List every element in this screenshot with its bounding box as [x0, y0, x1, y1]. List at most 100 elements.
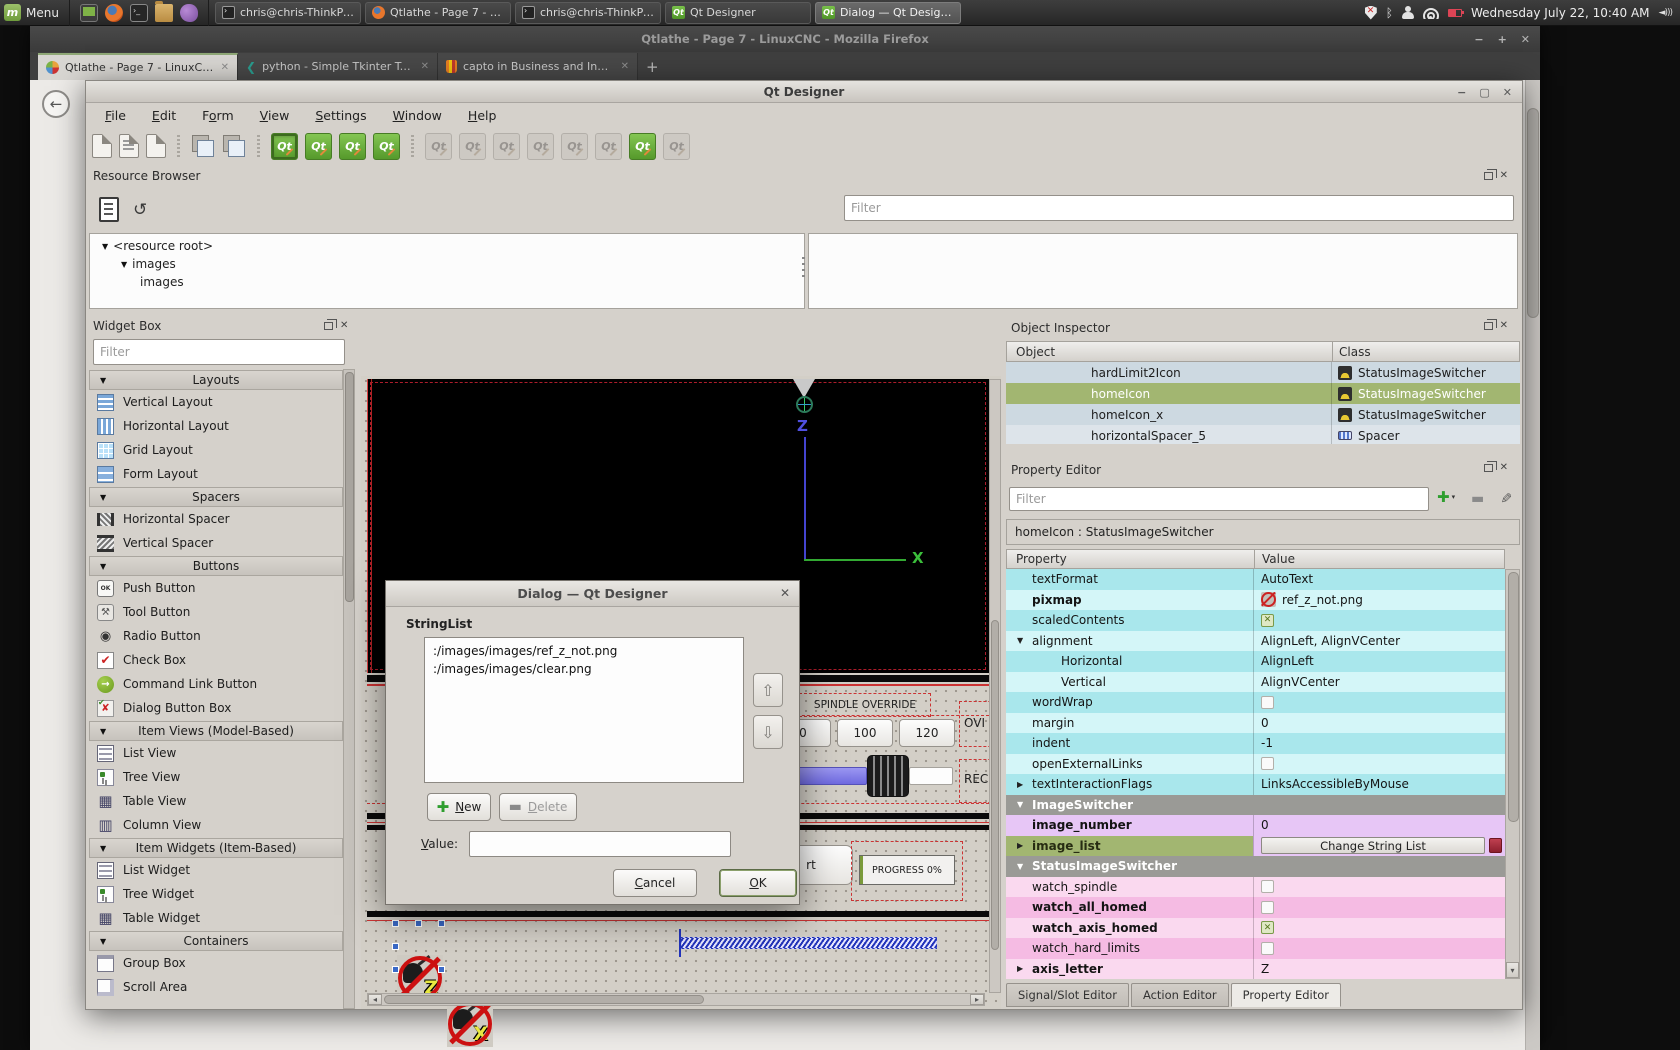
new-tab-button[interactable]: +: [646, 58, 659, 76]
resource-filter-input[interactable]: [844, 195, 1514, 221]
menu-edit[interactable]: Edit: [141, 105, 187, 126]
add-dynamic-property-button[interactable]: ✚▾: [1437, 490, 1455, 504]
open-form-icon[interactable]: [119, 134, 139, 158]
close-tab-icon[interactable]: ✕: [221, 62, 229, 73]
close-dock-icon[interactable]: ✕: [1500, 463, 1508, 473]
move-down-button[interactable]: ⇩: [753, 715, 783, 749]
property-row-textformat[interactable]: textFormatAutoText: [1006, 569, 1505, 590]
scroll-left-icon[interactable]: ◂: [368, 994, 382, 1005]
pidgin-launcher-icon[interactable]: [180, 4, 198, 22]
override-button-100[interactable]: 100: [837, 719, 893, 747]
remove-dynamic-property-button[interactable]: ▬: [1471, 488, 1484, 507]
property-row-watch_spindle[interactable]: watch_spindle: [1006, 877, 1505, 898]
volume-icon[interactable]: ◄))): [1659, 8, 1672, 18]
close-dock-icon[interactable]: ✕: [340, 321, 348, 331]
selection-handle[interactable]: [415, 920, 422, 927]
tab-action-editor[interactable]: Action Editor: [1131, 983, 1229, 1007]
property-value[interactable]: [1253, 897, 1505, 918]
stringlist-item[interactable]: :/images/images/ref_z_not.png: [425, 642, 743, 660]
qt-designer-titlebar[interactable]: Qt Designer − ▢ ✕: [86, 81, 1522, 103]
widget-item-column-view[interactable]: ▥Column View: [89, 813, 343, 837]
object-inspector-row[interactable]: hardLimit2IconStatusImageSwitcher: [1006, 362, 1520, 383]
clock[interactable]: Wednesday July 22, 10:40 AM: [1471, 6, 1650, 20]
float-dock-icon[interactable]: [1484, 172, 1493, 180]
property-editor-scrollbar[interactable]: ▾: [1505, 569, 1520, 979]
selection-handle[interactable]: [438, 966, 445, 973]
back-button[interactable]: ←: [42, 90, 70, 118]
menu-view[interactable]: View: [249, 105, 301, 126]
widget-item-grid-layout[interactable]: Grid Layout: [89, 438, 343, 462]
checkbox-unchecked[interactable]: [1261, 942, 1274, 955]
browser-tab[interactable]: ❮python - Simple Tkinter Togg✕: [238, 53, 438, 80]
expand-arrow-icon[interactable]: ▶: [1017, 841, 1023, 850]
property-value[interactable]: ✕: [1253, 918, 1505, 939]
scrollbar-thumb[interactable]: [991, 620, 999, 950]
property-row-watch_hard_limits[interactable]: watch_hard_limits: [1006, 938, 1505, 959]
firefox-launcher-icon[interactable]: [105, 4, 123, 22]
property-row-margin[interactable]: margin0: [1006, 713, 1505, 734]
resource-preview-panel[interactable]: [808, 233, 1518, 309]
firefox-titlebar[interactable]: Qtlathe - Page 7 - LinuxCNC - Mozilla Fi…: [30, 26, 1540, 52]
expand-arrow-icon[interactable]: ▼: [102, 242, 108, 251]
object-inspector-header[interactable]: Object Class: [1006, 341, 1520, 362]
menu-settings[interactable]: Settings: [304, 105, 377, 126]
cancel-button[interactable]: Cancel: [613, 869, 697, 897]
break-layout-icon[interactable]: Qt: [629, 133, 656, 160]
checkbox-checked[interactable]: ✕: [1261, 921, 1274, 934]
edit-widgets-mode-icon[interactable]: Qt: [271, 133, 298, 160]
taskbar-window-button[interactable]: Qtlathe - Page 7 - Lin...: [365, 2, 511, 24]
stringlist-listbox[interactable]: :/images/images/ref_z_not.png:/images/im…: [424, 637, 744, 783]
selected-line-widget[interactable]: [681, 937, 937, 949]
widget-item-list-widget[interactable]: List Widget: [89, 858, 343, 882]
expand-arrow-icon[interactable]: ▶: [1017, 780, 1023, 789]
close-dock-icon[interactable]: ✕: [1500, 171, 1508, 181]
wifi-icon[interactable]: [1423, 7, 1439, 19]
property-row-watch_all_homed[interactable]: watch_all_homed: [1006, 897, 1505, 918]
scroll-down-icon[interactable]: ▾: [1506, 962, 1519, 978]
scrollbar-thumb[interactable]: [1527, 108, 1539, 318]
property-row-openexternallinks[interactable]: openExternalLinks: [1006, 754, 1505, 775]
resource-tree-item[interactable]: ▼images: [94, 255, 594, 273]
widget-filter-input[interactable]: [93, 339, 345, 365]
edit-signals-mode-icon[interactable]: Qt: [305, 133, 332, 160]
menu-window[interactable]: Window: [382, 105, 453, 126]
x-unhomed-status-icon[interactable]: X: [447, 1001, 493, 1047]
widget-item-push-button[interactable]: OKPush Button: [89, 576, 343, 600]
bluetooth-icon[interactable]: ᛒ: [1386, 7, 1393, 19]
scrollbar-thumb[interactable]: [384, 995, 704, 1004]
widget-item-tree-widget[interactable]: Tree Widget: [89, 882, 343, 906]
widget-item-table-widget[interactable]: ▦Table Widget: [89, 906, 343, 930]
float-dock-icon[interactable]: [324, 322, 333, 330]
edit-taborder-mode-icon[interactable]: Qt: [373, 133, 400, 160]
widget-category-layouts[interactable]: ▼Layouts: [89, 370, 343, 390]
expand-arrow-icon[interactable]: ▶: [1017, 964, 1023, 973]
property-value[interactable]: [1253, 938, 1505, 959]
widget-category-item[interactable]: ▼Item Widgets (Item-Based): [89, 838, 343, 858]
property-row-imageswitcher[interactable]: ▼ImageSwitcher: [1006, 795, 1505, 816]
property-row-image_number[interactable]: image_number0: [1006, 815, 1505, 836]
widget-item-scroll-area[interactable]: Scroll Area: [89, 975, 343, 999]
adjust-size-icon[interactable]: Qt: [663, 133, 690, 160]
close-tab-icon[interactable]: ✕: [421, 61, 429, 72]
taskbar-window-button[interactable]: QtDialog — Qt Designer: [815, 2, 961, 24]
browser-tab[interactable]: capto in Business and Indust✕: [438, 53, 638, 80]
widget-category-item[interactable]: ▼Item Views (Model-Based): [89, 721, 343, 741]
layout-grid-icon[interactable]: Qt: [561, 133, 588, 160]
widget-category-buttons[interactable]: ▼Buttons: [89, 556, 343, 576]
widget-item-horizontal-spacer[interactable]: Horizontal Spacer: [89, 507, 343, 531]
layout-vertical-icon[interactable]: Qt: [459, 133, 486, 160]
scrollbar-thumb[interactable]: [345, 372, 354, 602]
widget-item-horizontal-layout[interactable]: Horizontal Layout: [89, 414, 343, 438]
property-row-horizontal[interactable]: HorizontalAlignLeft: [1006, 651, 1505, 672]
dialog-titlebar[interactable]: Dialog — Qt Designer ✕: [386, 581, 799, 607]
property-row-statusimageswitcher[interactable]: ▼StatusImageSwitcher: [1006, 856, 1505, 877]
edit-buddies-mode-icon[interactable]: Qt: [339, 133, 366, 160]
resource-tree-item[interactable]: ▼<resource root>: [94, 237, 594, 255]
property-row-image_list[interactable]: ▶image_listChange String List: [1006, 836, 1505, 857]
property-value[interactable]: [1253, 692, 1505, 713]
layout-splitter-h-icon[interactable]: Qt: [493, 133, 520, 160]
widget-item-dialog-button-box[interactable]: ✘Dialog Button Box: [89, 696, 343, 720]
user-account-icon[interactable]: [1402, 6, 1414, 19]
collapse-arrow-icon[interactable]: ▼: [1017, 862, 1023, 871]
tab-signal-slot-editor[interactable]: Signal/Slot Editor: [1006, 983, 1129, 1007]
